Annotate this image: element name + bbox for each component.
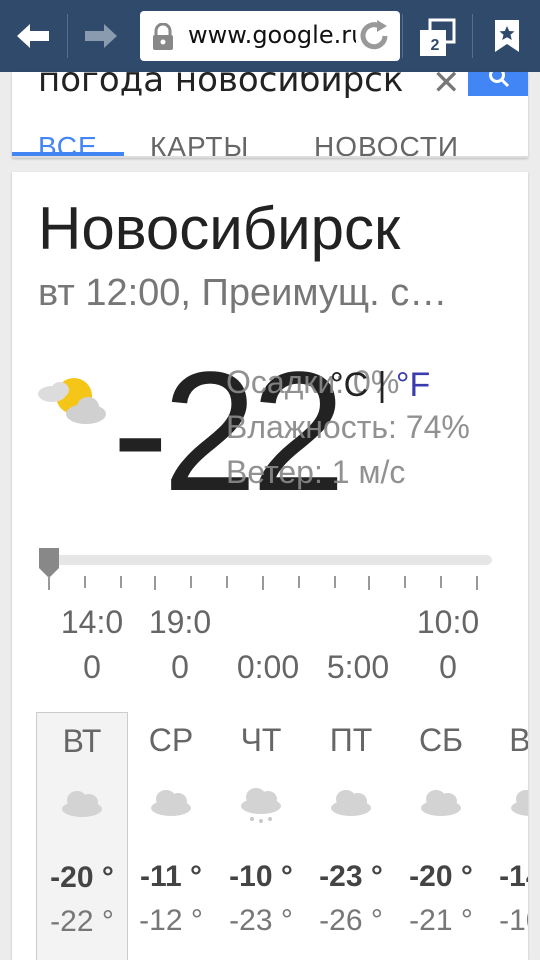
clear-search-icon[interactable]: ✕ <box>432 72 461 100</box>
tick <box>120 576 122 588</box>
tab-maps[interactable]: КАРТЫ <box>150 130 249 158</box>
toolbar-divider <box>472 14 473 58</box>
tabs-button[interactable]: 2 <box>404 0 470 72</box>
time-label: 0:00 <box>228 600 308 690</box>
lock-icon <box>153 23 173 50</box>
tick <box>84 576 86 588</box>
high-temp: -20 ° <box>409 860 473 893</box>
tick <box>262 576 264 590</box>
cloudy-icon <box>62 791 102 817</box>
time-label-line: 0 <box>83 649 101 685</box>
time-label-line <box>318 600 398 645</box>
day-name: ЧТ <box>240 722 282 758</box>
tick <box>368 576 370 590</box>
reload-icon[interactable] <box>356 18 392 54</box>
low-temp: -23 ° <box>229 904 293 937</box>
forward-button[interactable] <box>68 0 134 72</box>
search-icon <box>489 72 510 88</box>
time-label-line: 14:0 <box>60 604 124 640</box>
wind: Ветер: 1 м/с <box>226 454 406 490</box>
low-temp: -12 ° <box>139 904 203 937</box>
high-temp: -11 ° <box>139 860 203 893</box>
forecast-day[interactable]: ЧТ -10 ° -23 ° <box>216 712 306 960</box>
bookmark-button[interactable] <box>474 0 540 72</box>
fahrenheit-unit[interactable]: °F <box>396 366 430 404</box>
celsius-unit[interactable]: °C <box>330 366 368 404</box>
low-temp: -26 ° <box>319 904 383 937</box>
cloudy-icon <box>151 790 191 816</box>
time-label: 5:00 <box>318 600 398 690</box>
browser-toolbar: www.google.ru 2 <box>0 0 540 72</box>
time-slider-thumb[interactable] <box>36 546 62 580</box>
high-temp: -23 ° <box>319 860 383 893</box>
unit-toggle: °C | °F <box>330 366 430 405</box>
time-label: 19:0 0 <box>140 600 220 690</box>
time-slider-track[interactable] <box>40 555 492 565</box>
weather-card: Новосибирск вт 12:00, Преимущ. с… -22 Ос… <box>12 172 528 960</box>
low-temp: -21 ° <box>409 904 473 937</box>
forecast-day[interactable]: ВТ -20 ° -22 ° <box>36 712 128 960</box>
cloudy-icon <box>511 790 528 816</box>
time-label-line: 5:00 <box>326 649 390 685</box>
time-label-line: 0 <box>439 649 457 685</box>
weather-subtitle: вт 12:00, Преимущ. с… <box>38 272 448 314</box>
high-temp: -20 ° <box>50 861 114 894</box>
time-label-line <box>228 600 308 645</box>
header-divider <box>12 156 528 158</box>
snow-cloud-icon <box>241 788 281 823</box>
day-name: ВС <box>509 722 528 758</box>
time-label: 14:0 0 <box>52 600 132 690</box>
forecast-day[interactable]: ПТ -23 ° -26 ° <box>306 712 396 960</box>
search-header: погода новосибирск ✕ ВСЕ КАРТЫ НОВОСТИ <box>12 72 528 158</box>
forecast-day[interactable]: СР -11 ° -12 ° <box>126 712 216 960</box>
tick <box>334 576 336 588</box>
tick <box>190 576 192 588</box>
forecast-day[interactable]: СБ -20 ° -21 ° <box>396 712 486 960</box>
time-ticks <box>12 576 528 590</box>
tick <box>404 576 406 588</box>
time-label-line: 0:00 <box>236 649 300 685</box>
partly-cloudy-icon <box>38 378 106 424</box>
day-name: ПТ <box>329 722 373 758</box>
time-label-line: 0 <box>171 649 189 685</box>
low-temp: -10 ° <box>499 904 528 937</box>
tab-news[interactable]: НОВОСТИ <box>314 130 459 158</box>
city-name: Новосибирск <box>38 195 401 262</box>
tick <box>440 576 442 588</box>
unit-separator: | <box>377 366 387 404</box>
time-label-line: 10:0 <box>416 604 480 640</box>
url-bar[interactable]: www.google.ru <box>140 11 400 61</box>
tick <box>226 576 228 588</box>
arrow-right-icon <box>85 24 117 48</box>
tick <box>476 576 478 590</box>
search-button[interactable] <box>468 72 528 96</box>
tick <box>298 576 300 588</box>
forecast-day[interactable]: ВС -14 ° -10 ° <box>486 712 528 960</box>
bookmark-star-icon <box>495 20 519 52</box>
day-name: СБ <box>418 722 464 758</box>
arrow-left-icon <box>17 24 49 48</box>
tab-count: 2 <box>424 36 446 54</box>
tick <box>154 576 156 590</box>
tick <box>48 576 50 590</box>
humidity: Влажность: 74% <box>226 409 470 445</box>
time-label-line: 19:0 <box>148 604 212 640</box>
day-name: ВТ <box>62 723 102 759</box>
cloudy-icon <box>331 790 371 816</box>
cloudy-icon <box>421 790 461 816</box>
url-text: www.google.ru <box>188 21 356 49</box>
low-temp: -22 ° <box>50 905 114 938</box>
day-name: СР <box>148 722 194 758</box>
high-temp: -14 ° <box>499 860 528 893</box>
back-button[interactable] <box>0 0 66 72</box>
search-input[interactable]: погода новосибирск <box>38 72 446 100</box>
time-label: 10:0 0 <box>408 600 488 690</box>
high-temp: -10 ° <box>229 860 293 893</box>
toolbar-divider <box>402 14 403 58</box>
